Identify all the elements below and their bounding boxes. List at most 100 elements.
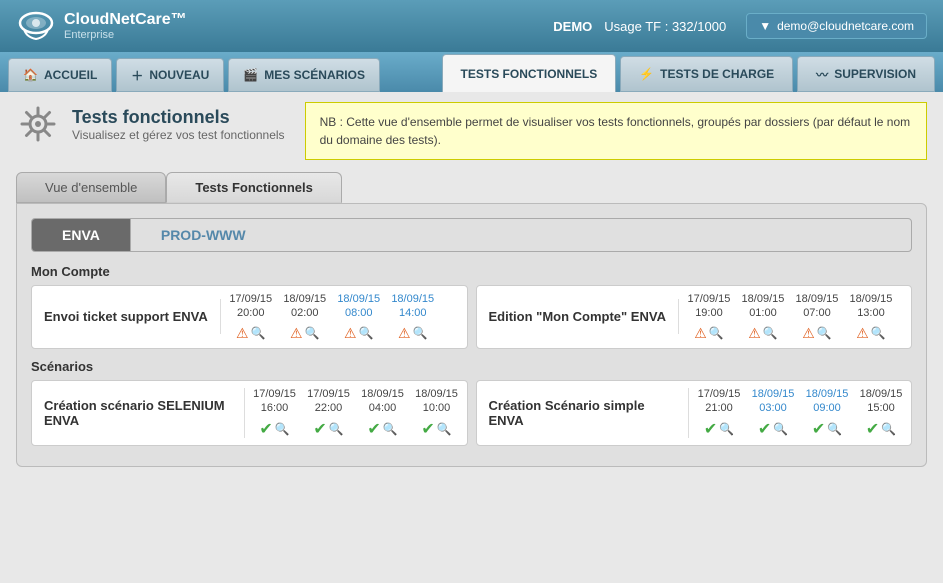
run-date: 18/09/1515:00: [860, 387, 903, 416]
search-icon[interactable]: 🔍: [763, 326, 778, 340]
run-status: ✔ 🔍: [313, 419, 343, 439]
sub-tab-fonctionnels[interactable]: Tests Fonctionnels: [166, 172, 342, 203]
scenarios-icon: 🎬: [243, 68, 258, 82]
ok-icon: ✔: [866, 419, 879, 439]
run-col: 18/09/1502:00 ⚠ 🔍: [283, 292, 327, 342]
sub-tab-overview[interactable]: Vue d'ensemble: [16, 172, 166, 203]
ok-icon: ✔: [259, 419, 272, 439]
search-icon[interactable]: 🔍: [305, 326, 320, 340]
ok-icon: ✔: [313, 419, 326, 439]
run-date: 18/09/1502:00: [283, 292, 326, 321]
run-col: 18/09/1504:00 ✔ 🔍: [361, 387, 405, 440]
tab-supervision[interactable]: 〰 SUPERVISION: [797, 56, 935, 92]
run-col: 18/09/1507:00 ⚠ 🔍: [795, 292, 839, 342]
search-icon[interactable]: 🔍: [827, 422, 842, 436]
env-tab-prodwww[interactable]: PROD-WWW: [131, 219, 276, 251]
warning-icon: ⚠: [236, 325, 249, 342]
run-status: ✔ 🔍: [367, 419, 397, 439]
run-col: 17/09/1516:00 ✔ 🔍: [253, 387, 297, 440]
nav-scenarios-button[interactable]: 🎬 MES SCÉNARIOS: [228, 58, 380, 92]
run-status: ✔ 🔍: [704, 419, 734, 439]
tab-supervision-label: SUPERVISION: [834, 67, 916, 81]
run-status: ⚠ 🔍: [344, 325, 374, 342]
page-subtitle: Visualisez et gérez vos test fonctionnel…: [72, 128, 285, 142]
run-date: 18/09/1514:00: [391, 292, 434, 321]
tab-fonctionnels-label: TESTS FONCTIONNELS: [461, 67, 598, 81]
logo: CloudNetCare™ Enterprise: [16, 9, 187, 43]
sub-tab-overview-label: Vue d'ensemble: [45, 180, 137, 195]
search-icon[interactable]: 🔍: [437, 422, 452, 436]
user-arrow-icon: ▼: [759, 19, 771, 33]
search-icon[interactable]: 🔍: [881, 422, 896, 436]
tab-charge-label: TESTS DE CHARGE: [660, 67, 774, 81]
test-runs-selenium: 17/09/1516:00 ✔ 🔍 17/09/1522:00 ✔ 🔍: [245, 381, 467, 446]
notice-box: NB : Cette vue d'ensemble permet de visu…: [305, 102, 927, 160]
search-icon[interactable]: 🔍: [383, 422, 398, 436]
logo-text: CloudNetCare™ Enterprise: [64, 10, 187, 42]
tab-tests-fonctionnels[interactable]: TESTS FONCTIONNELS: [442, 54, 617, 92]
test-runs-envoi-ticket: 17/09/1520:00 ⚠ 🔍 18/09/1502:00 ⚠ 🔍: [221, 286, 443, 348]
run-date: 18/09/1510:00: [415, 387, 458, 416]
test-card-edition-compte: Edition "Mon Compte" ENVA 17/09/1519:00 …: [476, 285, 913, 349]
search-icon[interactable]: 🔍: [359, 326, 374, 340]
nav-accueil-label: ACCUEIL: [44, 68, 97, 82]
test-card-envoi-ticket: Envoi ticket support ENVA 17/09/1520:00 …: [31, 285, 468, 349]
test-runs-edition-compte: 17/09/1519:00 ⚠ 🔍 18/09/1501:00 ⚠ 🔍: [679, 286, 901, 348]
navbar: 🏠 ACCUEIL ＋ NOUVEAU 🎬 MES SCÉNARIOS TEST…: [0, 52, 943, 92]
run-status: ⚠ 🔍: [802, 325, 832, 342]
warning-icon: ⚠: [290, 325, 303, 342]
run-date: 17/09/1516:00: [253, 387, 296, 416]
run-status: ⚠ 🔍: [694, 325, 724, 342]
run-col: 18/09/1501:00 ⚠ 🔍: [741, 292, 785, 342]
warning-icon: ⚠: [802, 325, 815, 342]
run-status: ✔ 🔍: [758, 419, 788, 439]
run-date: 17/09/1522:00: [307, 387, 350, 416]
notice-text: NB : Cette vue d'ensemble permet de visu…: [320, 115, 911, 147]
search-icon[interactable]: 🔍: [773, 422, 788, 436]
warning-icon: ⚠: [694, 325, 707, 342]
warning-icon: ⚠: [344, 325, 357, 342]
run-col: 17/09/1520:00 ⚠ 🔍: [229, 292, 273, 342]
logo-icon: [16, 9, 56, 43]
run-col: 17/09/1519:00 ⚠ 🔍: [687, 292, 731, 342]
search-icon[interactable]: 🔍: [275, 422, 290, 436]
ok-icon: ✔: [704, 419, 717, 439]
run-status: ✔ 🔍: [866, 419, 896, 439]
test-runs-simple: 17/09/1521:00 ✔ 🔍 18/09/1503:00 ✔ 🔍: [689, 381, 911, 446]
run-col: 17/09/1522:00 ✔ 🔍: [307, 387, 351, 440]
search-icon[interactable]: 🔍: [413, 326, 428, 340]
plus-icon: ＋: [131, 67, 143, 84]
env-tab-enva-label: ENVA: [62, 227, 100, 243]
search-icon[interactable]: 🔍: [871, 326, 886, 340]
run-date: 17/09/1521:00: [698, 387, 741, 416]
run-col: 18/09/1515:00 ✔ 🔍: [859, 387, 903, 440]
page-header-left: Tests fonctionnels Visualisez et gérez v…: [16, 102, 285, 146]
tab-tests-charge[interactable]: ⚡ TESTS DE CHARGE: [620, 56, 793, 92]
test-name-selenium: Création scénario SELENIUM ENVA: [32, 388, 245, 438]
user-email: demo@cloudnetcare.com: [777, 19, 914, 33]
run-status: ⚠ 🔍: [236, 325, 266, 342]
user-menu-button[interactable]: ▼ demo@cloudnetcare.com: [746, 13, 927, 39]
env-tab-enva[interactable]: ENVA: [32, 219, 131, 251]
run-status: ✔ 🔍: [812, 419, 842, 439]
group-label-scenarios: Scénarios: [31, 359, 912, 374]
search-icon[interactable]: 🔍: [817, 326, 832, 340]
nav-accueil-button[interactable]: 🏠 ACCUEIL: [8, 58, 112, 92]
lightning-icon: ⚡: [639, 67, 654, 81]
page-header: Tests fonctionnels Visualisez et gérez v…: [16, 102, 927, 160]
env-tab-prodwww-label: PROD-WWW: [161, 227, 246, 243]
run-date: 18/09/1509:00: [806, 387, 849, 416]
search-icon[interactable]: 🔍: [329, 422, 344, 436]
run-col: 18/09/1503:00 ✔ 🔍: [751, 387, 795, 440]
run-col: 18/09/1509:00 ✔ 🔍: [805, 387, 849, 440]
search-icon[interactable]: 🔍: [251, 326, 266, 340]
content-area: Tests fonctionnels Visualisez et gérez v…: [0, 92, 943, 477]
nav-nouveau-button[interactable]: ＋ NOUVEAU: [116, 58, 224, 92]
search-icon[interactable]: 🔍: [719, 422, 734, 436]
header-demo-label: DEMO: [553, 19, 592, 34]
search-icon[interactable]: 🔍: [709, 326, 724, 340]
warning-icon: ⚠: [748, 325, 761, 342]
run-col: 18/09/1514:00 ⚠ 🔍: [391, 292, 435, 342]
run-date: 18/09/1503:00: [752, 387, 795, 416]
test-name-simple: Création Scénario simple ENVA: [477, 388, 690, 438]
